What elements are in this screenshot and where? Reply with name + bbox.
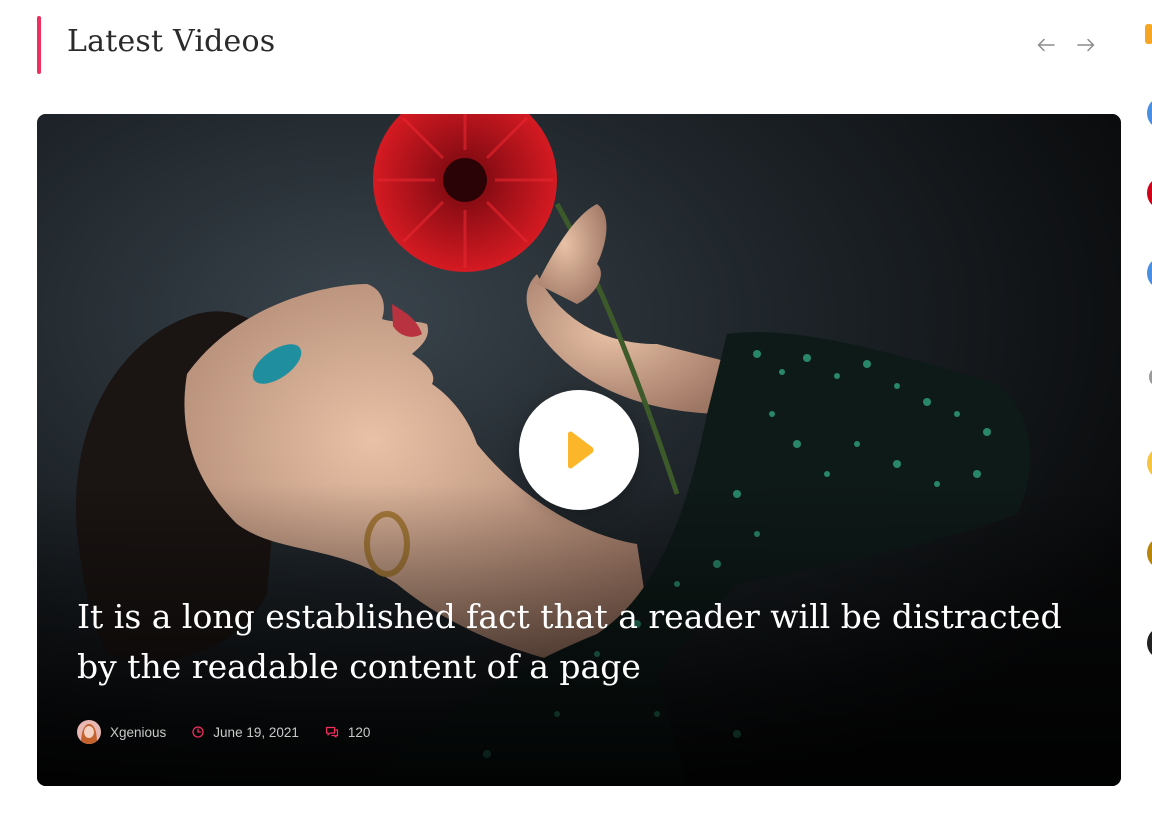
video-title[interactable]: It is a long established fact that a rea… — [77, 592, 1077, 692]
author-name: Xgenious — [110, 724, 167, 740]
clock-icon — [192, 726, 204, 738]
video-meta: Xgenious June 19, 2021 120 — [77, 720, 396, 744]
sidebar-peek — [1140, 0, 1152, 831]
comments-meta[interactable]: 120 — [325, 724, 371, 740]
section-header: Latest Videos — [37, 16, 1121, 74]
sidebar-peek-item[interactable] — [1147, 178, 1152, 208]
date-meta: June 19, 2021 — [192, 725, 299, 740]
sidebar-peek-item[interactable] — [1147, 628, 1152, 658]
sidebar-peek-item[interactable] — [1147, 258, 1152, 288]
arrow-right-icon — [1077, 38, 1095, 52]
sidebar-peek-item[interactable] — [1147, 448, 1152, 478]
sidebar-peek-item[interactable] — [1147, 538, 1152, 568]
comment-count: 120 — [347, 724, 371, 740]
next-button[interactable] — [1077, 33, 1095, 57]
section-title: Latest Videos — [67, 24, 276, 59]
post-date: June 19, 2021 — [213, 724, 299, 740]
section-accent-bar — [37, 16, 41, 74]
play-icon — [568, 431, 594, 469]
play-button[interactable] — [519, 390, 639, 510]
slider-nav — [1037, 33, 1095, 57]
sidebar-peek-item[interactable] — [1147, 98, 1152, 128]
arrow-left-icon — [1037, 38, 1055, 52]
avatar — [77, 720, 101, 744]
author-meta[interactable]: Xgenious — [77, 720, 166, 744]
sidebar-peek-item[interactable] — [1145, 24, 1152, 44]
prev-button[interactable] — [1037, 33, 1055, 57]
video-card[interactable]: It is a long established fact that a rea… — [37, 114, 1121, 786]
comment-icon — [325, 726, 339, 738]
page: Latest Videos It is a long established f… — [0, 0, 1152, 831]
